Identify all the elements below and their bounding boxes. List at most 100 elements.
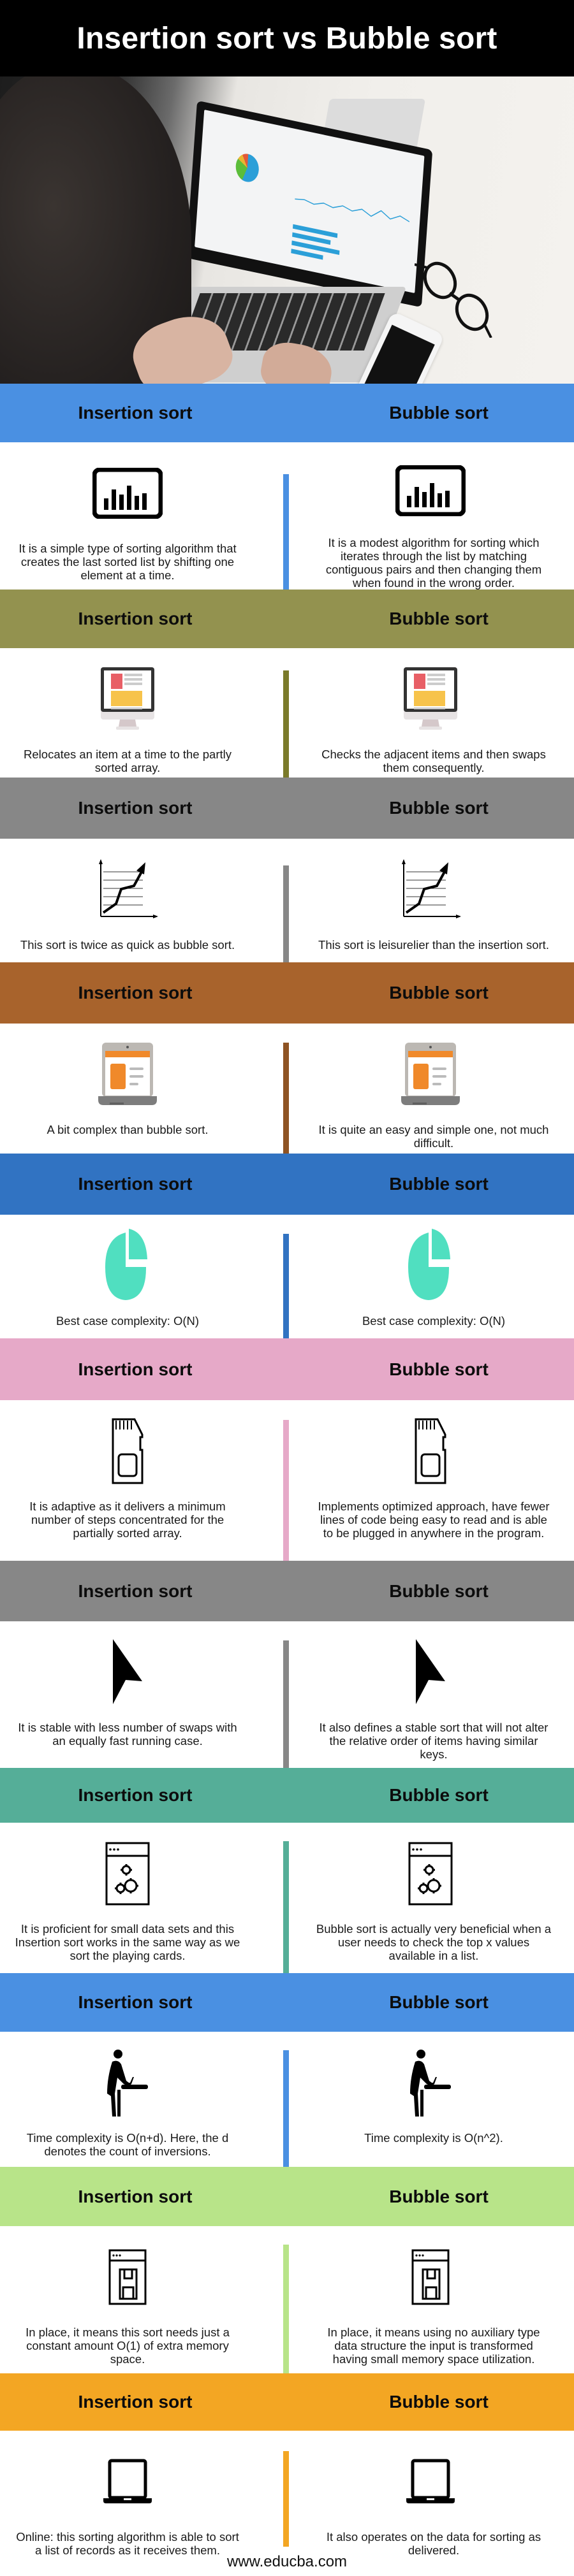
photo-line-chart — [295, 198, 410, 222]
bubble-sort-column: Best case complexity: O(N) — [287, 1215, 574, 1338]
insertion-sort-heading: Insertion sort — [78, 1174, 193, 1194]
person-at-laptop-icon — [410, 2044, 451, 2121]
bubble-sort-heading: Bubble sort — [389, 1174, 489, 1194]
section-body: Best case complexity: O(N) Best case com… — [0, 1215, 574, 1338]
insertion-sort-description: A bit complex than bubble sort. — [47, 1123, 209, 1136]
section-header: Insertion sort Bubble sort — [0, 1338, 574, 1400]
insertion-sort-description: Best case complexity: O(N) — [55, 1314, 200, 1328]
insertion-sort-column: This sort is twice as quick as bubble so… — [0, 839, 287, 962]
insertion-sort-heading: Insertion sort — [78, 609, 193, 628]
bubble-sort-description: Bubble sort is actually very beneficial … — [316, 1922, 552, 1962]
bubble-sort-heading: Bubble sort — [389, 2392, 489, 2412]
bubble-sort-column: This sort is leisurelier than the insert… — [287, 839, 574, 962]
bubble-sort-column: Bubble sort is actually very beneficial … — [287, 1823, 574, 1973]
comparison-section: Insertion sort Bubble sort A bit complex… — [0, 962, 574, 1154]
bubble-sort-description: In place, it means using no auxiliary ty… — [327, 2326, 540, 2366]
insertion-sort-description: Relocates an item at a time to the partl… — [24, 748, 232, 774]
photo-glasses — [414, 261, 510, 338]
bubble-sort-column: It is a modest algorithm for sorting whi… — [287, 442, 574, 590]
insertion-sort-column: Relocates an item at a time to the partl… — [0, 648, 287, 778]
comparison-section: Insertion sort Bubble sort It is stable … — [0, 1561, 574, 1768]
insertion-sort-heading: Insertion sort — [78, 983, 193, 1002]
monitor-icon — [101, 661, 154, 737]
comparison-section: Insertion sort Bubble sort In place, it … — [0, 2167, 574, 2373]
save-window-icon — [411, 2239, 450, 2315]
column-divider — [283, 2245, 289, 2373]
footer-url[interactable]: www.educba.com — [0, 2553, 574, 2571]
bubble-sort-heading: Bubble sort — [389, 2186, 489, 2206]
bubble-sort-heading: Bubble sort — [389, 798, 489, 818]
insertion-sort-heading: Insertion sort — [78, 403, 193, 423]
insertion-sort-heading: Insertion sort — [78, 1359, 193, 1379]
insertion-sort-description: It is proficient for small data sets and… — [15, 1922, 240, 1962]
column-divider — [283, 2451, 289, 2547]
bubble-sort-column: In place, it means using no auxiliary ty… — [287, 2226, 574, 2373]
column-divider — [283, 2050, 289, 2167]
insertion-sort-heading: Insertion sort — [78, 1785, 193, 1805]
section-body: Relocates an item at a time to the partl… — [0, 648, 574, 778]
sd-card-icon — [415, 1413, 446, 1489]
comparison-section: Insertion sort Bubble sort Best case com… — [0, 1154, 574, 1338]
insertion-sort-heading: Insertion sort — [78, 2186, 193, 2206]
bubble-sort-description: This sort is leisurelier than the insert… — [318, 938, 549, 952]
insertion-sort-heading: Insertion sort — [78, 798, 193, 818]
growth-chart-icon — [400, 851, 461, 928]
insertion-sort-description: In place, it means this sort needs just … — [26, 2326, 230, 2366]
insertion-sort-column: A bit complex than bubble sort. — [0, 1024, 287, 1154]
bubble-sort-description: It also defines a stable sort that will … — [319, 1721, 548, 1761]
cursor-arrow-icon — [112, 1634, 144, 1711]
column-divider — [283, 1234, 289, 1338]
insertion-sort-column: It is proficient for small data sets and… — [0, 1823, 287, 1973]
bubble-sort-heading: Bubble sort — [389, 403, 489, 423]
section-header: Insertion sort Bubble sort — [0, 1973, 574, 2032]
bubble-sort-heading: Bubble sort — [389, 1785, 489, 1805]
laptop-outline-icon — [406, 2443, 455, 2520]
column-divider — [283, 1841, 289, 1973]
section-body: It is a simple type of sorting algorithm… — [0, 442, 574, 590]
insertion-sort-description: It is adaptive as it delivers a minimum … — [29, 1500, 226, 1540]
comparison-section: Insertion sort Bubble sort Online: this … — [0, 2373, 574, 2576]
settings-window-icon — [408, 1835, 453, 1912]
section-body: It is adaptive as it delivers a minimum … — [0, 1400, 574, 1561]
bubble-sort-description: It is a modest algorithm for sorting whi… — [325, 536, 542, 590]
laptop-icon — [98, 1036, 157, 1113]
insertion-sort-column: In place, it means this sort needs just … — [0, 2226, 287, 2373]
insertion-sort-column: It is stable with less number of swaps w… — [0, 1621, 287, 1768]
insertion-sort-description: Time complexity is O(n+d). Here, the d d… — [26, 2131, 229, 2158]
column-divider — [283, 865, 289, 962]
bubble-sort-heading: Bubble sort — [389, 609, 489, 628]
bubble-sort-column: Time complexity is O(n^2). — [287, 2032, 574, 2167]
person-at-laptop-icon — [107, 2044, 148, 2121]
comparison-sections: Insertion sort Bubble sort It is a simpl… — [0, 384, 574, 2576]
page-title: Insertion sort vs Bubble sort — [77, 21, 497, 55]
comparison-section: Insertion sort Bubble sort This sort is … — [0, 778, 574, 962]
pie-chart-icon — [408, 1227, 453, 1304]
monitor-icon — [404, 661, 457, 737]
save-window-icon — [108, 2239, 147, 2315]
section-body: A bit complex than bubble sort. It is qu… — [0, 1024, 574, 1154]
comparison-section: Insertion sort Bubble sort Relocates an … — [0, 590, 574, 778]
section-body: Time complexity is O(n+d). Here, the d d… — [0, 2032, 574, 2167]
bubble-sort-description: Time complexity is O(n^2). — [364, 2131, 503, 2145]
laptop-icon — [401, 1036, 460, 1113]
bubble-sort-description: Best case complexity: O(N) — [362, 1314, 506, 1328]
insertion-sort-column: Best case complexity: O(N) — [0, 1215, 287, 1338]
bar-chart-icon — [92, 455, 163, 532]
column-divider — [283, 474, 289, 590]
bar-chart-icon — [395, 455, 466, 526]
bubble-sort-column: It is quite an easy and simple one, not … — [287, 1024, 574, 1154]
insertion-sort-heading: Insertion sort — [78, 2392, 193, 2412]
laptop-outline-icon — [103, 2443, 152, 2520]
photo-pie-chart — [235, 151, 260, 184]
pie-chart-icon — [105, 1227, 150, 1304]
column-divider — [283, 670, 289, 778]
bubble-sort-heading: Bubble sort — [389, 1992, 489, 2012]
section-header: Insertion sort Bubble sort — [0, 778, 574, 839]
settings-window-icon — [105, 1835, 150, 1912]
insertion-sort-column: It is a simple type of sorting algorithm… — [0, 442, 287, 590]
bubble-sort-column: Implements optimized approach, have fewe… — [287, 1400, 574, 1561]
insertion-sort-heading: Insertion sort — [78, 1581, 193, 1601]
bubble-sort-column: Checks the adjacent items and then swaps… — [287, 648, 574, 778]
cursor-arrow-icon — [415, 1634, 446, 1711]
section-header: Insertion sort Bubble sort — [0, 1768, 574, 1823]
